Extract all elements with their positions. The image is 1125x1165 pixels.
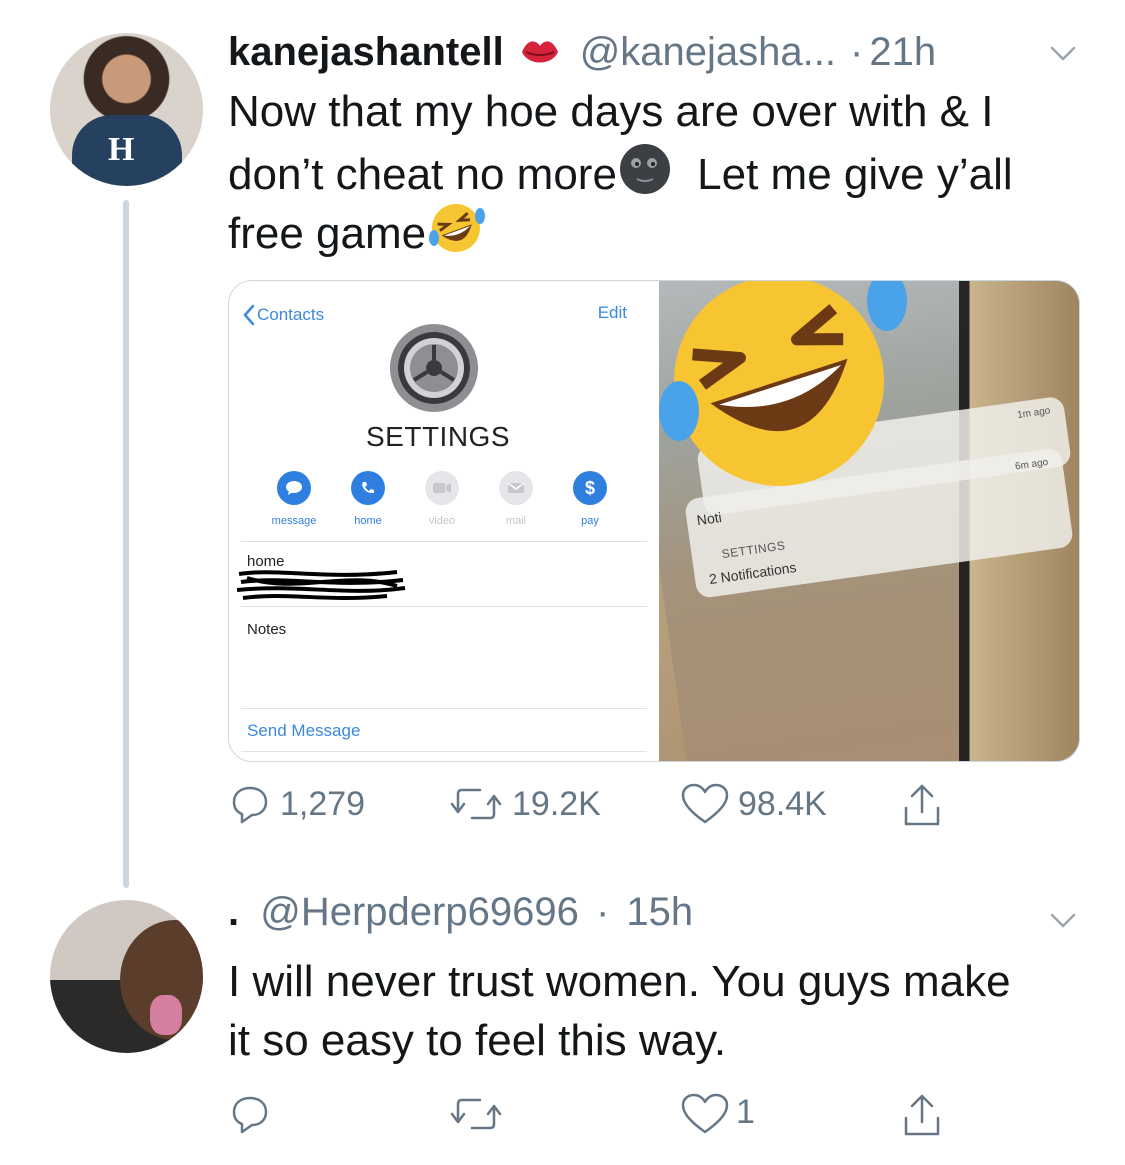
avatar-tongue xyxy=(150,995,182,1035)
thread-line xyxy=(123,200,129,888)
tweet-text-line-1: I will never trust women. You guys make xyxy=(228,957,1011,1006)
phone-icon xyxy=(351,471,385,505)
tweet-media[interactable]: Contacts Edit SETTINGS message home vide… xyxy=(228,280,1080,762)
tweet-text-line-2: it so easy to feel this way. xyxy=(228,1016,727,1065)
tweet-header: . @Herpderp69696 · 15h xyxy=(228,890,693,935)
heart-icon[interactable] xyxy=(680,1092,730,1136)
notification-time: 6m ago xyxy=(1014,456,1049,473)
divider xyxy=(241,708,647,709)
share-icon[interactable] xyxy=(900,782,944,830)
retweet-icon[interactable] xyxy=(448,1092,504,1136)
notification-partial: Noti xyxy=(695,508,723,529)
tweet-text-segment: Let me give y’all xyxy=(697,150,1013,199)
kiss-mark-icon xyxy=(521,41,558,63)
tweet-text-segment: don’t cheat no more xyxy=(228,150,617,199)
action-label: mail xyxy=(505,515,527,527)
chevron-left-icon xyxy=(243,304,255,326)
divider xyxy=(241,606,647,607)
chevron-down-icon[interactable] xyxy=(1048,905,1078,935)
send-message-label: Send Message xyxy=(247,721,361,740)
tweet-header: kanejashantell @kanejasha... · 21h xyxy=(228,22,936,82)
reply-count: 1,279 xyxy=(280,784,366,823)
retweet-button[interactable]: 19.2K xyxy=(448,782,601,826)
mail-icon xyxy=(499,471,533,505)
avatar[interactable] xyxy=(50,900,203,1053)
lockscreen-photo[interactable]: 1m ago Noti 6m ago SETTINGS 2 Notificati… xyxy=(659,281,1079,761)
notification-time: 1m ago xyxy=(1016,405,1052,421)
edit-label: Edit xyxy=(597,303,627,322)
contact-actions: message home video mail $ pay xyxy=(257,471,627,527)
like-count: 98.4K xyxy=(738,784,827,823)
time-separator: · xyxy=(850,29,864,74)
display-name[interactable]: kanejashantell xyxy=(228,30,504,75)
display-name[interactable]: . xyxy=(228,890,239,934)
action-label: video xyxy=(428,515,456,527)
handle[interactable]: @Herpderp69696 xyxy=(260,890,579,934)
dollar-icon: $ xyxy=(573,471,607,505)
retweet-icon xyxy=(450,788,502,820)
reply-icon[interactable] xyxy=(228,1092,272,1136)
tweet-text-segment: free game xyxy=(228,209,427,258)
reply-icon xyxy=(232,786,268,824)
action-pay: $ pay xyxy=(553,471,627,527)
notification-count: 2 Notifications xyxy=(708,559,798,588)
like-count: 1 xyxy=(736,1093,755,1131)
action-label: pay xyxy=(581,515,599,527)
time-separator: · xyxy=(595,890,610,934)
timestamp[interactable]: 21h xyxy=(869,30,936,75)
chevron-down-icon[interactable] xyxy=(1048,38,1078,68)
action-mail: mail xyxy=(479,471,553,527)
back-label: Contacts xyxy=(257,305,325,324)
heart-icon xyxy=(681,783,729,824)
video-icon xyxy=(425,471,459,505)
timestamp[interactable]: 15h xyxy=(626,890,693,934)
redaction-scribble xyxy=(237,570,406,600)
avatar-letter-h: H xyxy=(108,131,135,168)
rolling-on-floor-laughing-icon xyxy=(659,281,907,486)
action-home: home xyxy=(331,471,405,527)
reply-button[interactable]: 1,279 xyxy=(228,782,365,826)
handle[interactable]: @kanejasha... xyxy=(580,30,836,75)
contact-name: SETTINGS xyxy=(365,421,510,452)
new-moon-face-icon xyxy=(619,144,670,194)
divider xyxy=(241,751,647,752)
notification-app-name: SETTINGS xyxy=(720,538,787,562)
avatar[interactable]: H xyxy=(50,33,203,186)
tweet-text-line-2: don’t cheat no more Let me give y’all xyxy=(228,141,1013,204)
contacts-back: Contacts xyxy=(241,303,324,327)
like-button[interactable]: 98.4K xyxy=(680,782,827,826)
message-icon xyxy=(277,471,311,505)
retweet-count: 19.2K xyxy=(512,784,601,823)
share-icon[interactable] xyxy=(900,1092,944,1140)
notes-label: Notes xyxy=(247,621,287,638)
tweet-text-line-1: Now that my hoe days are over with & I xyxy=(228,87,994,136)
settings-gear-icon xyxy=(390,324,478,412)
contact-screenshot[interactable]: Contacts Edit SETTINGS message home vide… xyxy=(229,281,647,761)
action-label: message xyxy=(271,515,317,527)
rolling-on-floor-laughing-icon xyxy=(429,204,486,252)
action-label: home xyxy=(354,515,382,527)
action-message: message xyxy=(257,471,331,527)
tweet-text-line-3: free game xyxy=(228,200,486,263)
action-video: video xyxy=(405,471,479,527)
divider xyxy=(241,541,647,542)
